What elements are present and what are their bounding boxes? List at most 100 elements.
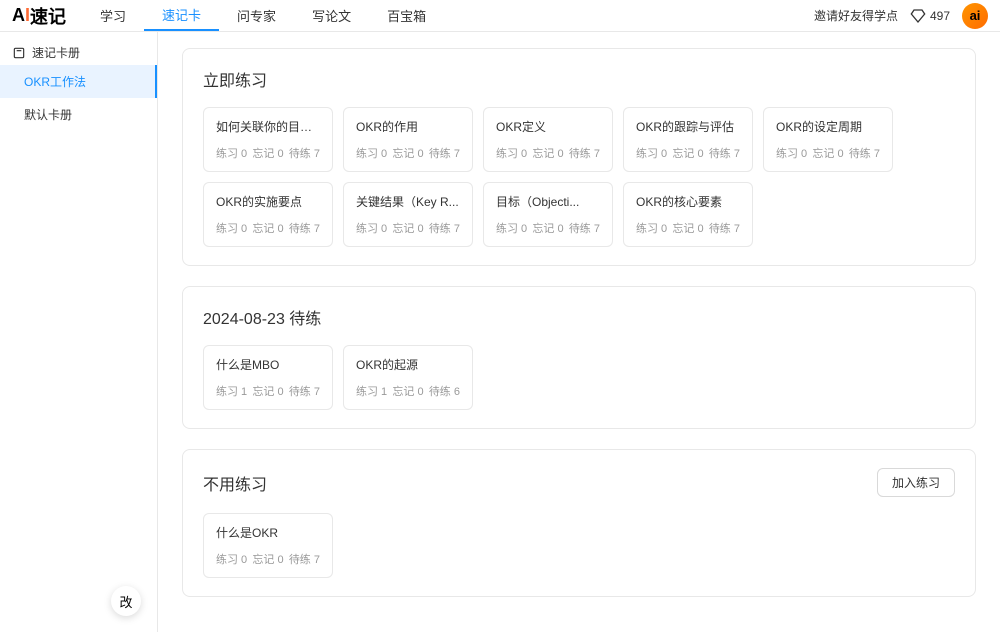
stat-forget: 忘记 0 (392, 220, 423, 236)
sidebar-item-default[interactable]: 默认卡册 (0, 98, 157, 131)
stat-wait: 待练 7 (429, 220, 460, 236)
header-right: 邀请好友得学点 497 ai (814, 3, 988, 29)
stat-forget: 忘记 0 (672, 145, 703, 161)
card-item[interactable]: OKR的设定周期 练习 0 忘记 0 待练 7 (763, 107, 893, 172)
cards-practice-now: 如何关联你的目标和行动 练习 0 忘记 0 待练 7 OKR的作用 练习 0 忘… (203, 107, 955, 247)
card-title: 关键结果（Key R... (356, 193, 460, 210)
layout: 速记卡册 OKR工作法 默认卡册 改 立即练习 如何关联你的目标和行动 练习 0… (0, 32, 1000, 632)
card-stats: 练习 1 忘记 0 待练 7 (216, 383, 320, 399)
float-edit-button[interactable]: 改 (111, 586, 141, 616)
stat-forget: 忘记 0 (532, 145, 563, 161)
card-stats: 练习 0 忘记 0 待练 7 (636, 220, 740, 236)
card-title: 如何关联你的目标和行动 (216, 118, 320, 135)
stat-practice: 练习 1 (356, 383, 387, 399)
sidebar-header[interactable]: 速记卡册 (0, 40, 157, 65)
stat-practice: 练习 0 (356, 220, 387, 236)
card-title: OKR定义 (496, 118, 600, 135)
card-item[interactable]: 什么是MBO 练习 1 忘记 0 待练 7 (203, 345, 333, 410)
panel-header: 不用练习 加入练习 (203, 468, 955, 497)
stat-practice: 练习 0 (216, 220, 247, 236)
card-item[interactable]: OKR的起源 练习 1 忘记 0 待练 6 (343, 345, 473, 410)
stat-forget: 忘记 0 (252, 220, 283, 236)
nav-tab-cards[interactable]: 速记卡 (144, 0, 219, 31)
card-item[interactable]: OKR的实施要点 练习 0 忘记 0 待练 7 (203, 182, 333, 247)
nav-tab-paper[interactable]: 写论文 (294, 0, 369, 31)
stat-forget: 忘记 0 (672, 220, 703, 236)
nav-tabs: 学习 速记卡 问专家 写论文 百宝箱 (82, 0, 444, 31)
stat-practice: 练习 0 (636, 145, 667, 161)
header: A I 速记 学习 速记卡 问专家 写论文 百宝箱 邀请好友得学点 497 ai (0, 0, 1000, 32)
stat-wait: 待练 6 (429, 383, 460, 399)
card-title: OKR的跟踪与评估 (636, 118, 740, 135)
avatar[interactable]: ai (962, 3, 988, 29)
panel-header: 立即练习 (203, 67, 955, 91)
card-stats: 练习 0 忘记 0 待练 7 (216, 220, 320, 236)
stat-wait: 待练 7 (289, 145, 320, 161)
card-title: OKR的起源 (356, 356, 460, 373)
panel-title: 2024-08-23 待练 (203, 305, 321, 329)
card-stats: 练习 0 忘记 0 待练 7 (216, 551, 320, 567)
nav-tab-expert[interactable]: 问专家 (219, 0, 294, 31)
card-title: OKR的核心要素 (636, 193, 740, 210)
folder-icon (12, 46, 26, 60)
card-title: OKR的实施要点 (216, 193, 320, 210)
stat-wait: 待练 7 (569, 145, 600, 161)
stat-practice: 练习 1 (216, 383, 247, 399)
card-title: OKR的设定周期 (776, 118, 880, 135)
card-item[interactable]: OKR的跟踪与评估 练习 0 忘记 0 待练 7 (623, 107, 753, 172)
card-stats: 练习 0 忘记 0 待练 7 (636, 145, 740, 161)
card-item[interactable]: 如何关联你的目标和行动 练习 0 忘记 0 待练 7 (203, 107, 333, 172)
stat-forget: 忘记 0 (252, 383, 283, 399)
panel-title: 不用练习 (203, 471, 267, 495)
stat-forget: 忘记 0 (812, 145, 843, 161)
logo[interactable]: A I 速记 (12, 3, 66, 29)
stat-forget: 忘记 0 (532, 220, 563, 236)
card-item[interactable]: OKR的作用 练习 0 忘记 0 待练 7 (343, 107, 473, 172)
cards-pending: 什么是MBO 练习 1 忘记 0 待练 7 OKR的起源 练习 1 忘记 0 待… (203, 345, 955, 410)
card-stats: 练习 0 忘记 0 待练 7 (776, 145, 880, 161)
sidebar-item-okr[interactable]: OKR工作法 (0, 65, 157, 98)
stat-wait: 待练 7 (289, 383, 320, 399)
stat-practice: 练习 0 (216, 145, 247, 161)
card-stats: 练习 0 忘记 0 待练 7 (356, 220, 460, 236)
stat-practice: 练习 0 (216, 551, 247, 567)
card-stats: 练习 1 忘记 0 待练 6 (356, 383, 460, 399)
panel-no-practice: 不用练习 加入练习 什么是OKR 练习 0 忘记 0 待练 7 (182, 449, 976, 597)
card-item[interactable]: OKR的核心要素 练习 0 忘记 0 待练 7 (623, 182, 753, 247)
logo-text: 速记 (30, 3, 66, 29)
nav-tab-study[interactable]: 学习 (82, 0, 144, 31)
stat-forget: 忘记 0 (252, 145, 283, 161)
stat-forget: 忘记 0 (392, 145, 423, 161)
stat-wait: 待练 7 (289, 220, 320, 236)
panel-title: 立即练习 (203, 67, 267, 91)
invite-link[interactable]: 邀请好友得学点 (814, 7, 898, 24)
stat-forget: 忘记 0 (392, 383, 423, 399)
card-stats: 练习 0 忘记 0 待练 7 (216, 145, 320, 161)
cards-no-practice: 什么是OKR 练习 0 忘记 0 待练 7 (203, 513, 955, 578)
add-to-practice-button[interactable]: 加入练习 (877, 468, 955, 497)
points-badge[interactable]: 497 (910, 8, 950, 24)
stat-practice: 练习 0 (496, 145, 527, 161)
stat-wait: 待练 7 (709, 220, 740, 236)
stat-wait: 待练 7 (569, 220, 600, 236)
card-item[interactable]: 目标（Objecti... 练习 0 忘记 0 待练 7 (483, 182, 613, 247)
card-stats: 练习 0 忘记 0 待练 7 (496, 220, 600, 236)
panel-header: 2024-08-23 待练 (203, 305, 955, 329)
logo-a: A (12, 5, 25, 26)
stat-wait: 待练 7 (849, 145, 880, 161)
panel-practice-now: 立即练习 如何关联你的目标和行动 练习 0 忘记 0 待练 7 OKR的作用 练… (182, 48, 976, 266)
diamond-icon (910, 8, 926, 24)
card-item[interactable]: 关键结果（Key R... 练习 0 忘记 0 待练 7 (343, 182, 473, 247)
card-item[interactable]: 什么是OKR 练习 0 忘记 0 待练 7 (203, 513, 333, 578)
stat-forget: 忘记 0 (252, 551, 283, 567)
panel-pending: 2024-08-23 待练 什么是MBO 练习 1 忘记 0 待练 7 OKR的… (182, 286, 976, 429)
card-stats: 练习 0 忘记 0 待练 7 (496, 145, 600, 161)
card-stats: 练习 0 忘记 0 待练 7 (356, 145, 460, 161)
sidebar: 速记卡册 OKR工作法 默认卡册 改 (0, 32, 158, 632)
card-item[interactable]: OKR定义 练习 0 忘记 0 待练 7 (483, 107, 613, 172)
stat-practice: 练习 0 (496, 220, 527, 236)
points-value: 497 (930, 9, 950, 23)
nav-tab-toolbox[interactable]: 百宝箱 (369, 0, 444, 31)
stat-practice: 练习 0 (776, 145, 807, 161)
stat-wait: 待练 7 (709, 145, 740, 161)
